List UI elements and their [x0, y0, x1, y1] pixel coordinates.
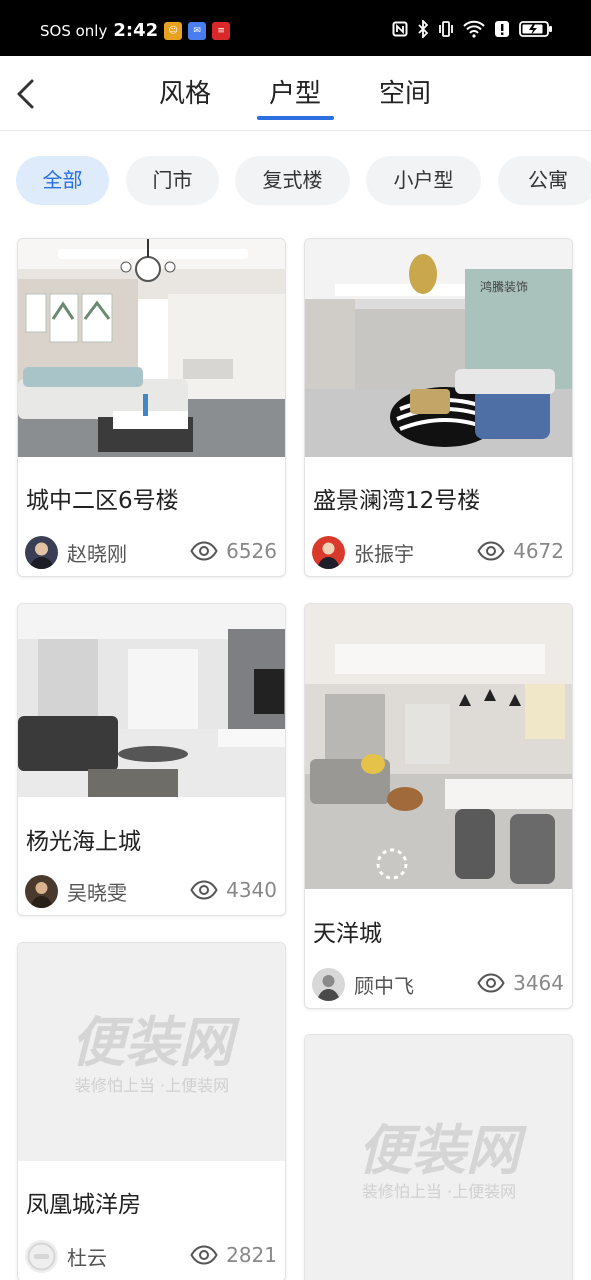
view-count-value: 3464 [513, 971, 564, 995]
status-right [392, 20, 553, 38]
clock: 2:42 [113, 20, 159, 41]
placeholder-logo: 便装网 [358, 1119, 528, 1182]
notification-app-icon: ≡ [212, 21, 231, 40]
designer-info[interactable]: 顾中飞 [312, 968, 414, 1001]
alert-icon [495, 21, 509, 37]
view-count-value: 6526 [226, 539, 277, 563]
eye-icon [190, 541, 218, 561]
carrier-text: SOS only [40, 21, 108, 40]
eye-icon [477, 541, 505, 561]
designer-info[interactable]: 杜云 [25, 1240, 107, 1273]
view-count: 3464 [477, 971, 564, 995]
view-count-value: 4340 [226, 878, 277, 902]
view-count: 4672 [477, 539, 564, 563]
case-card[interactable]: 天洋城 顾中飞 3464 [304, 603, 573, 1009]
notification-app-icon: ✉ [188, 21, 207, 40]
avatar [312, 536, 345, 569]
image-brand-watermark: 鸿騰装饰 [480, 279, 528, 294]
designer-info[interactable]: 张振宇 [312, 536, 414, 569]
case-title: 城中二区6号楼 [26, 488, 179, 514]
chip-duplex[interactable]: 复式楼 [235, 156, 350, 205]
status-bar: SOS only 2:42 ☺ ✉ ≡ [0, 0, 591, 56]
case-cover-placeholder[interactable]: 便装网 装修怕上当 ·上便装网 [18, 943, 285, 1161]
designer-name: 张振宇 [354, 542, 414, 566]
placeholder-logo: 便装网 [71, 1011, 241, 1074]
chip-all[interactable]: 全部 [16, 156, 109, 205]
header: 风格 户型 空间 [0, 56, 591, 131]
case-title: 杨光海上城 [26, 829, 141, 855]
designer-name: 吴晓雯 [67, 881, 127, 905]
designer-name: 杜云 [67, 1246, 107, 1270]
view-count: 2821 [190, 1243, 277, 1267]
view-count: 4340 [190, 878, 277, 902]
placeholder-slogan: 装修怕上当 ·上便装网 [362, 1182, 516, 1201]
case-card[interactable]: 便装网 装修怕上当 ·上便装网 凤凰城洋房 杜云 2821 [17, 942, 286, 1280]
case-title: 盛景澜湾12号楼 [313, 488, 481, 514]
status-left: SOS only 2:42 ☺ ✉ ≡ [40, 20, 231, 41]
tab-style[interactable]: 风格 [145, 73, 225, 110]
avatar [25, 875, 58, 908]
case-card[interactable]: 便装网 装修怕上当 ·上便装网 [304, 1034, 573, 1280]
designer-name: 赵晓刚 [67, 542, 127, 566]
case-card[interactable]: 城中二区6号楼 赵晓刚 6526 [17, 238, 286, 577]
avatar [312, 968, 345, 1001]
filter-chips: 全部 门市 复式楼 小户型 公寓 [16, 156, 591, 205]
view-count: 6526 [190, 539, 277, 563]
view-count-value: 4672 [513, 539, 564, 563]
placeholder-slogan: 装修怕上当 ·上便装网 [75, 1076, 229, 1095]
notification-app-icon: ☺ [164, 21, 183, 40]
bluetooth-icon [418, 20, 429, 38]
case-cover-image[interactable]: 鸿騰装饰 [305, 239, 572, 457]
chip-storefront[interactable]: 门市 [126, 156, 219, 205]
case-cover-image[interactable] [305, 604, 572, 889]
case-cover-image[interactable] [18, 604, 285, 797]
battery-icon [519, 21, 552, 37]
eye-icon [190, 1245, 218, 1265]
avatar [25, 536, 58, 569]
view-count-value: 2821 [226, 1243, 277, 1267]
chip-apartment[interactable]: 公寓 [498, 156, 591, 205]
designer-info[interactable]: 吴晓雯 [25, 875, 127, 908]
tab-space[interactable]: 空间 [365, 73, 445, 110]
vibrate-icon [439, 21, 453, 37]
eye-icon [190, 880, 218, 900]
tab-house-type[interactable]: 户型 [255, 73, 335, 110]
chip-small-unit[interactable]: 小户型 [366, 156, 481, 205]
active-tab-indicator [257, 116, 334, 120]
case-title: 凤凰城洋房 [26, 1192, 141, 1218]
designer-info[interactable]: 赵晓刚 [25, 536, 127, 569]
wifi-icon [463, 20, 485, 38]
case-card[interactable]: 杨光海上城 吴晓雯 4340 [17, 603, 286, 916]
avatar [25, 1240, 58, 1273]
case-cover-placeholder[interactable]: 便装网 装修怕上当 ·上便装网 [305, 1035, 572, 1280]
tab-bar: 风格 户型 空间 [0, 56, 591, 131]
case-cover-image[interactable] [18, 239, 285, 457]
designer-name: 顾中飞 [354, 974, 414, 998]
case-title: 天洋城 [313, 921, 382, 947]
case-card[interactable]: 鸿騰装饰 盛景澜湾12号楼 张振宇 4672 [304, 238, 573, 577]
eye-icon [477, 973, 505, 993]
nfc-icon [392, 21, 408, 37]
